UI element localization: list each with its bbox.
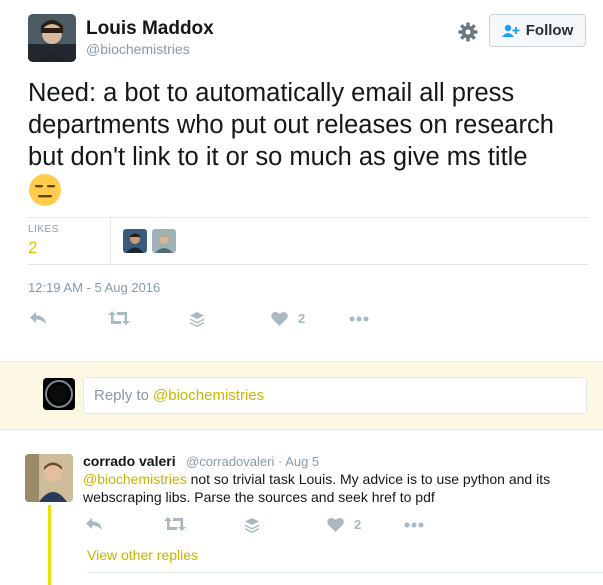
thread-line [48,505,51,585]
reply-author-name[interactable]: corrado valeri [83,453,176,469]
add-to-moment-button[interactable] [189,311,205,327]
neutral-face-emoji [28,173,62,215]
author-avatar[interactable] [28,14,76,62]
tweet-text: Need: a bot to automatically email all p… [28,77,588,215]
divider [28,217,588,218]
divider [28,264,588,265]
gear-icon[interactable] [458,22,478,42]
more-icon [349,316,369,322]
layers-icon [245,518,259,533]
like-button[interactable]: 2 [327,517,361,532]
more-icon [404,522,424,528]
add-to-moment-button[interactable] [244,517,260,533]
divider [87,572,603,573]
layers-icon [190,312,204,327]
retweet-button[interactable] [108,311,130,325]
tweet-body: Need: a bot to automatically email all p… [28,79,554,171]
tweet-timestamp[interactable]: 12:19 AM - 5 Aug 2016 [28,280,160,295]
reply-mention-link[interactable]: @biochemistries [83,471,187,487]
liker-avatar[interactable] [152,229,176,253]
like-count: 2 [298,311,306,326]
likes-count[interactable]: 2 [28,238,37,258]
current-user-avatar [43,378,75,410]
heart-icon [271,311,288,326]
heart-icon [327,517,344,532]
more-button[interactable] [404,522,424,528]
reply-date[interactable]: · Aug 5 [278,454,319,469]
follow-label: Follow [525,22,574,39]
reply-author-handle[interactable]: @corradovaleri [186,454,274,469]
follow-button[interactable]: Follow [489,14,586,47]
liker-avatar[interactable] [123,229,147,253]
reply-text: @biochemistries not so trivial task Loui… [83,470,583,506]
reply-icon [30,312,46,324]
reply-meta: @corradovaleri · Aug 5 [186,454,319,469]
retweet-icon [164,517,186,531]
retweet-button[interactable] [164,517,186,531]
reply-button[interactable] [29,311,47,325]
view-other-replies-link[interactable]: View other replies [87,547,198,563]
like-count: 2 [354,517,362,532]
likes-label: LIKES [28,224,59,235]
reply-prefix: Reply to [94,387,150,404]
reply-input[interactable]: Reply to @biochemistries [83,377,587,414]
reply-author-avatar[interactable] [25,454,73,502]
more-button[interactable] [349,316,369,322]
reply-button[interactable] [85,517,103,531]
reply-mention: @biochemistries [153,387,265,404]
reply-icon [86,518,102,530]
retweet-icon [108,311,130,325]
stat-divider [110,217,111,264]
like-button[interactable]: 2 [271,311,305,326]
follow-person-icon [501,24,520,37]
author-name[interactable]: Louis Maddox [86,18,214,40]
author-handle[interactable]: @biochemistries [86,41,190,57]
